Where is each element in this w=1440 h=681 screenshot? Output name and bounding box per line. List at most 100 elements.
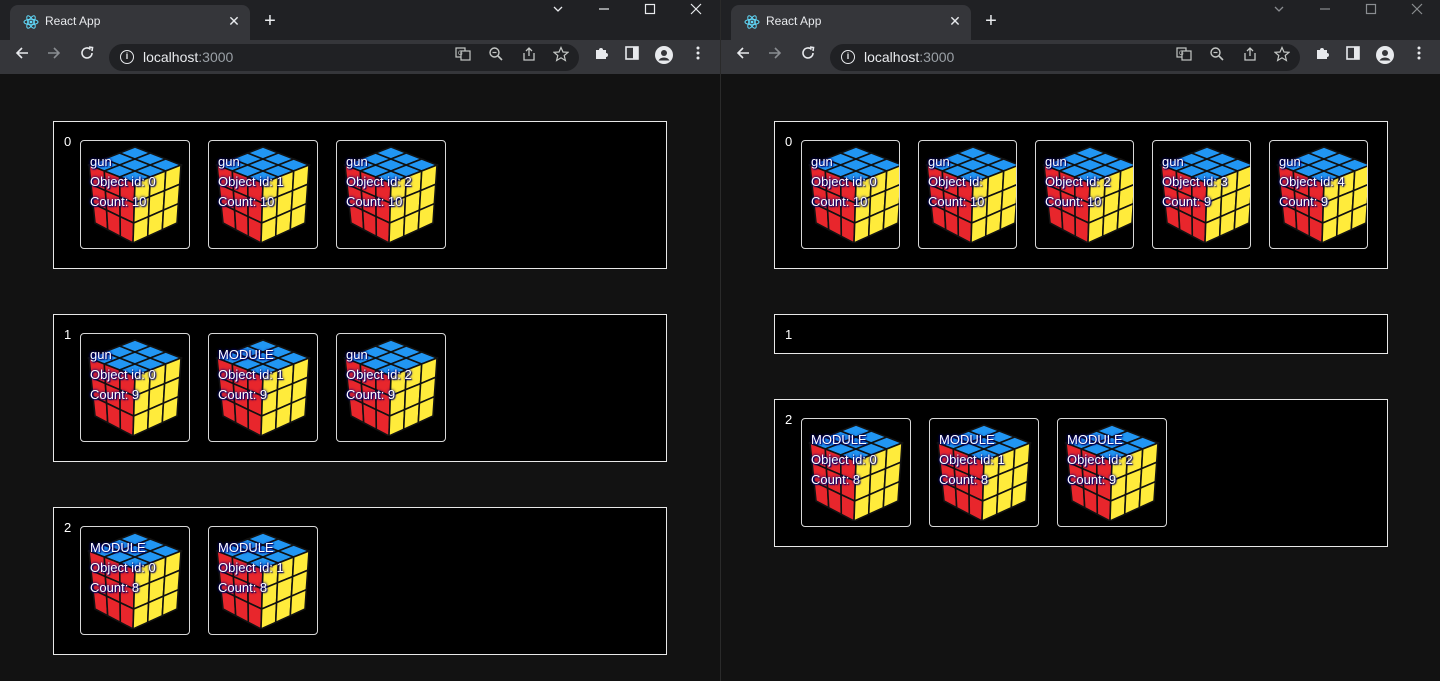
new-tab-button[interactable]: + [258, 10, 282, 34]
reload-icon[interactable] [796, 45, 820, 69]
item-object-id: Object id: 2 [346, 367, 412, 382]
item-object-id: Object id: 1 [939, 452, 1005, 467]
tab-search-chevron-icon[interactable] [535, 0, 581, 24]
item-count: Count: 10 [346, 194, 403, 209]
back-arrow-icon[interactable] [731, 45, 755, 69]
translate-icon[interactable]: G [1173, 46, 1195, 68]
site-info-icon[interactable]: i [841, 50, 855, 64]
browser-toolbar: i localhost:3000 G [721, 40, 1440, 74]
group-panel: 2 MODULE Object id: 0 Count: 8 MODULE Object … [774, 399, 1388, 547]
item-card-text: gun Object id: 4 Count: 9 [1279, 152, 1345, 212]
item-card[interactable]: MODULE Object id: 1 Count: 9 [208, 333, 318, 442]
kebab-menu-icon[interactable] [686, 45, 710, 69]
tab-title: React App [766, 14, 822, 28]
bookmark-star-icon[interactable] [1271, 46, 1293, 68]
address-bar[interactable]: i localhost:3000 G [830, 44, 1300, 71]
extensions-puzzle-icon[interactable] [589, 45, 613, 69]
browser-window-left: React App ✕ + i localhost:3000 G 0 gun O… [0, 0, 720, 681]
share-icon[interactable] [1239, 46, 1261, 68]
item-card[interactable]: gun Object id: 0 Count: 10 [801, 140, 900, 249]
browser-window-right: React App ✕ + i localhost:3000 G 0 gun O… [720, 0, 1440, 681]
item-card-text: MODULE Object id: 2 Count: 9 [1067, 430, 1133, 490]
maximize-icon[interactable] [627, 0, 673, 24]
item-card[interactable]: MODULE Object id: 2 Count: 9 [1057, 418, 1167, 527]
item-object-id: Object id: 0 [90, 174, 156, 189]
item-name: gun [218, 154, 240, 169]
item-name: gun [90, 154, 112, 169]
item-card[interactable]: gun Object id: Count: 10 [918, 140, 1017, 249]
item-card[interactable]: MODULE Object id: 0 Count: 8 [80, 526, 190, 635]
forward-arrow-icon[interactable] [42, 45, 66, 69]
item-count: Count: 8 [811, 472, 861, 487]
tab-close-icon[interactable]: ✕ [945, 11, 965, 31]
side-panel-icon[interactable] [620, 45, 644, 69]
zoom-out-icon[interactable] [1206, 46, 1228, 68]
extensions-puzzle-icon[interactable] [1310, 45, 1334, 69]
item-card[interactable]: MODULE Object id: 1 Count: 8 [929, 418, 1039, 527]
item-card[interactable]: gun Object id: 2 Count: 9 [336, 333, 446, 442]
back-arrow-icon[interactable] [10, 45, 34, 69]
tab-close-icon[interactable]: ✕ [224, 11, 244, 31]
item-name: MODULE [811, 432, 867, 447]
new-tab-button[interactable]: + [979, 10, 1003, 34]
tab-title: React App [45, 14, 101, 28]
profile-icon[interactable] [1373, 45, 1397, 69]
item-card[interactable]: gun Object id: 4 Count: 9 [1269, 140, 1368, 249]
bookmark-star-icon[interactable] [550, 46, 572, 68]
close-window-icon[interactable] [673, 0, 719, 24]
item-object-id: Object id: 0 [90, 560, 156, 575]
group-panel: 2 MODULE Object id: 0 Count: 8 MODULE Object … [53, 507, 667, 655]
group-index: 2 [64, 520, 72, 535]
browser-tab[interactable]: React App ✕ [10, 5, 250, 40]
url-text: localhost:3000 [143, 49, 234, 65]
item-card[interactable]: gun Object id: 0 Count: 10 [80, 140, 190, 249]
item-card-text: gun Object id: 2 Count: 10 [1045, 152, 1111, 212]
browser-windows: React App ✕ + i localhost:3000 G 0 gun O… [0, 0, 1440, 681]
item-card[interactable]: gun Object id: 1 Count: 10 [208, 140, 318, 249]
tab-search-chevron-icon[interactable] [1256, 0, 1302, 24]
item-name: gun [346, 154, 368, 169]
item-object-id: Object id: 0 [811, 452, 877, 467]
url-text: localhost:3000 [864, 49, 955, 65]
item-card[interactable]: gun Object id: 3 Count: 9 [1152, 140, 1251, 249]
group-index: 2 [785, 412, 793, 427]
item-card[interactable]: MODULE Object id: 1 Count: 8 [208, 526, 318, 635]
item-object-id: Object id: 2 [1067, 452, 1133, 467]
site-info-icon[interactable]: i [120, 50, 134, 64]
item-object-id: Object id: 0 [90, 367, 156, 382]
zoom-out-icon[interactable] [485, 46, 507, 68]
kebab-menu-icon[interactable] [1407, 45, 1431, 69]
item-card-text: gun Object id: 0 Count: 9 [90, 345, 156, 405]
address-bar[interactable]: i localhost:3000 G [109, 44, 579, 71]
item-card[interactable]: gun Object id: 2 Count: 10 [1035, 140, 1134, 249]
page-content: 0 gun Object id: 0 Count: 10 gun Object id: C… [721, 74, 1440, 681]
share-icon[interactable] [518, 46, 540, 68]
item-card[interactable]: gun Object id: 0 Count: 9 [80, 333, 190, 442]
translate-icon[interactable]: G [452, 46, 474, 68]
item-count: Count: 9 [90, 387, 140, 402]
item-object-id: Object id: 4 [1279, 174, 1345, 189]
item-name: gun [1279, 154, 1301, 169]
item-card[interactable]: MODULE Object id: 0 Count: 8 [801, 418, 911, 527]
item-name: MODULE [218, 540, 274, 555]
item-object-id: Object id: 2 [1045, 174, 1111, 189]
item-count: Count: 10 [811, 194, 868, 209]
profile-icon[interactable] [652, 45, 676, 69]
close-window-icon[interactable] [1394, 0, 1440, 24]
item-object-id: Object id: 1 [218, 174, 284, 189]
item-card-text: gun Object id: 3 Count: 9 [1162, 152, 1228, 212]
reload-icon[interactable] [75, 45, 99, 69]
item-name: gun [811, 154, 833, 169]
item-count: Count: 8 [90, 580, 140, 595]
item-card-text: MODULE Object id: 1 Count: 9 [218, 345, 284, 405]
minimize-icon[interactable] [581, 0, 627, 24]
item-card-text: gun Object id: Count: 10 [928, 152, 984, 212]
minimize-icon[interactable] [1302, 0, 1348, 24]
item-card-text: gun Object id: 2 Count: 9 [346, 345, 412, 405]
maximize-icon[interactable] [1348, 0, 1394, 24]
item-card[interactable]: gun Object id: 2 Count: 10 [336, 140, 446, 249]
forward-arrow-icon[interactable] [763, 45, 787, 69]
browser-tab[interactable]: React App ✕ [731, 5, 971, 40]
side-panel-icon[interactable] [1341, 45, 1365, 69]
group-panel: 0 gun Object id: 0 Count: 10 gun Object id: 1… [53, 121, 667, 269]
